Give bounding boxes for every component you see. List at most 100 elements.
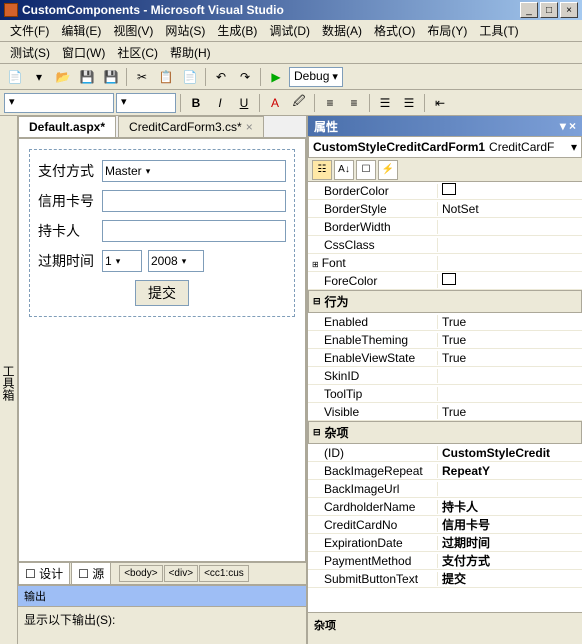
tab-default-aspx[interactable]: Default.aspx* — [18, 116, 116, 137]
save-all-icon[interactable]: 💾 — [100, 66, 122, 88]
expire-year-select[interactable]: 2008 — [148, 250, 204, 272]
prop-backimagerepeat[interactable]: BackImageRepeat — [308, 464, 438, 478]
categorized-icon[interactable]: ☷ — [312, 160, 332, 180]
prop-skinid[interactable]: SkinID — [308, 369, 438, 383]
new-project-icon[interactable]: 📄 — [4, 66, 26, 88]
property-grid[interactable]: BorderColor BorderStyleNotSet BorderWidt… — [308, 182, 582, 612]
save-icon[interactable]: 💾 — [76, 66, 98, 88]
prop-font[interactable]: Font — [308, 256, 438, 270]
start-icon[interactable]: ▶ — [265, 66, 287, 88]
source-view-tab[interactable]: ☐ 源 — [71, 562, 111, 585]
submit-button[interactable]: 提交 — [135, 280, 189, 306]
copy-icon[interactable]: 📋 — [155, 66, 177, 88]
prop-expirationdate[interactable]: ExpirationDate — [308, 536, 438, 550]
prop-id[interactable]: (ID) — [308, 446, 438, 460]
minimize-button[interactable]: _ — [520, 2, 538, 18]
breadcrumb-div[interactable]: <div> — [164, 565, 198, 582]
close-button[interactable]: × — [560, 2, 578, 18]
undo-icon[interactable]: ↶ — [210, 66, 232, 88]
credit-card-form-control[interactable]: 支付方式 Master 信用卡号 持卡人 过期时间 1 — [29, 149, 295, 317]
menu-test[interactable]: 测试(S) — [4, 42, 56, 63]
prop-cssclass[interactable]: CssClass — [308, 238, 438, 252]
category-behavior[interactable]: 行为 — [308, 290, 582, 313]
payment-method-select[interactable]: Master — [102, 160, 286, 182]
prop-forecolor[interactable]: ForeColor — [308, 274, 438, 288]
prop-borderwidth[interactable]: BorderWidth — [308, 220, 438, 234]
breadcrumb-cc1[interactable]: <cc1:cus — [199, 565, 249, 582]
backcolor-icon[interactable]: 🖉 — [288, 92, 310, 114]
prop-visible[interactable]: Visible — [308, 405, 438, 419]
italic-icon[interactable]: I — [209, 92, 231, 114]
prop-backimageurl[interactable]: BackImageUrl — [308, 482, 438, 496]
menu-debug[interactable]: 调试(D) — [263, 20, 316, 41]
prop-enabled[interactable]: Enabled — [308, 315, 438, 329]
list-bullet-icon[interactable]: ☰ — [374, 92, 396, 114]
output-body: 显示以下输出(S): — [18, 607, 306, 632]
toolbar-main: 📄 ▾ 📂 💾 💾 ✂ 📋 📄 ↶ ↷ ▶ Debug ▾ — [0, 64, 582, 90]
menu-layout[interactable]: 布局(Y) — [421, 20, 473, 41]
events-icon[interactable]: ⚡ — [378, 160, 398, 180]
add-item-icon[interactable]: ▾ — [28, 66, 50, 88]
prop-enableviewstate[interactable]: EnableViewState — [308, 351, 438, 365]
prop-cardholdername[interactable]: CardholderName — [308, 500, 438, 514]
design-view-tab[interactable]: ☐ 设计 — [18, 562, 70, 585]
prop-enabletheming[interactable]: EnableTheming — [308, 333, 438, 347]
close-tab-icon[interactable]: × — [246, 120, 253, 134]
window-title: CustomComponents - Microsoft Visual Stud… — [22, 3, 518, 17]
font-size-dropdown[interactable]: ▾ — [116, 93, 176, 113]
category-misc[interactable]: 杂项 — [308, 421, 582, 444]
properties-panel: 属性 ▾ × CustomStyleCreditCardForm1 Credit… — [306, 116, 582, 644]
prop-paymentmethod[interactable]: PaymentMethod — [308, 554, 438, 568]
menu-format[interactable]: 格式(O) — [368, 20, 421, 41]
menu-website[interactable]: 网站(S) — [159, 20, 211, 41]
menu-file[interactable]: 文件(F) — [4, 20, 55, 41]
prop-borderstyle[interactable]: BorderStyle — [308, 202, 438, 216]
font-family-dropdown[interactable]: ▾ — [4, 93, 114, 113]
prop-tooltip[interactable]: ToolTip — [308, 387, 438, 401]
config-dropdown[interactable]: Debug ▾ — [289, 67, 343, 87]
dropdown-icon[interactable]: ▾ — [571, 140, 577, 154]
menu-tools[interactable]: 工具(T) — [473, 20, 524, 41]
align-center-icon[interactable]: ≡ — [343, 92, 365, 114]
menu-window[interactable]: 窗口(W) — [56, 42, 111, 63]
paste-icon[interactable]: 📄 — [179, 66, 201, 88]
object-selector[interactable]: CustomStyleCreditCardForm1 CreditCardF ▾ — [308, 136, 582, 158]
forecolor-icon[interactable]: A — [264, 92, 286, 114]
title-bar: CustomComponents - Microsoft Visual Stud… — [0, 0, 582, 20]
underline-icon[interactable]: U — [233, 92, 255, 114]
holder-input[interactable] — [102, 220, 286, 242]
tab-creditcardform3[interactable]: CreditCardForm3.cs*× — [118, 116, 264, 137]
prop-creditcardno[interactable]: CreditCardNo — [308, 518, 438, 532]
color-swatch[interactable] — [442, 183, 456, 195]
menu-help[interactable]: 帮助(H) — [164, 42, 217, 63]
menu-data[interactable]: 数据(A) — [316, 20, 368, 41]
alphabetical-icon[interactable]: A↓ — [334, 160, 354, 180]
cardno-input[interactable] — [102, 190, 286, 212]
menu-build[interactable]: 生成(B) — [211, 20, 263, 41]
toolbox-sidetab[interactable]: 工具箱 — [0, 116, 18, 644]
maximize-button[interactable]: □ — [540, 2, 558, 18]
list-number-icon[interactable]: ☰ — [398, 92, 420, 114]
breadcrumb-body[interactable]: <body> — [119, 565, 162, 582]
align-left-icon[interactable]: ≡ — [319, 92, 341, 114]
menu-edit[interactable]: 编辑(E) — [55, 20, 107, 41]
properties-icon[interactable]: ☐ — [356, 160, 376, 180]
close-panel-icon[interactable]: × — [569, 119, 576, 133]
prop-submitbuttontext[interactable]: SubmitButtonText — [308, 572, 438, 586]
menu-view[interactable]: 视图(V) — [107, 20, 159, 41]
expire-month-select[interactable]: 1 — [102, 250, 142, 272]
menu-community[interactable]: 社区(C) — [111, 42, 164, 63]
output-label: 显示以下输出(S): — [24, 613, 115, 627]
pin-icon[interactable]: ▾ — [560, 119, 566, 133]
open-icon[interactable]: 📂 — [52, 66, 74, 88]
redo-icon[interactable]: ↷ — [234, 66, 256, 88]
design-canvas[interactable]: 支付方式 Master 信用卡号 持卡人 过期时间 1 — [18, 138, 306, 562]
color-swatch[interactable] — [442, 273, 456, 285]
cut-icon[interactable]: ✂ — [131, 66, 153, 88]
menu-bar: 文件(F) 编辑(E) 视图(V) 网站(S) 生成(B) 调试(D) 数据(A… — [0, 20, 582, 42]
app-icon — [4, 3, 18, 17]
holder-label: 持卡人 — [38, 221, 102, 241]
prop-bordercolor[interactable]: BorderColor — [308, 184, 438, 198]
bold-icon[interactable]: B — [185, 92, 207, 114]
outdent-icon[interactable]: ⇤ — [429, 92, 451, 114]
